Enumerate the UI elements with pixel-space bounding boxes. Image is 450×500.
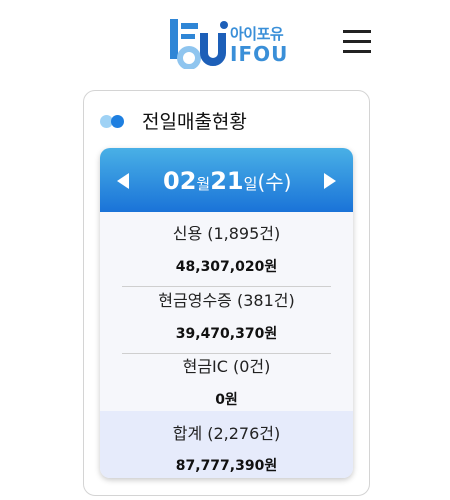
dot-dark [111, 115, 124, 128]
menu-line [343, 30, 371, 33]
date-day-unit: 일 [243, 175, 258, 193]
row-amount: 48,307,020원 [175, 259, 278, 275]
previous-day-arrow-icon[interactable] [117, 173, 129, 189]
sales-summary-panel: 02월21일(수) 신용 (1,895건) 48,307,020원 현금영수증 … [100, 148, 353, 478]
row-label: 현금영수증 (381건) [158, 291, 295, 310]
date-weekday: (수) [257, 170, 292, 194]
total-amount: 87,777,390원 [175, 458, 278, 474]
row-amount: 0원 [215, 392, 238, 408]
logo-text-english: IFOU [230, 42, 289, 66]
row-amount: 39,470,370원 [175, 326, 278, 342]
sales-row-total: 합계 (2,276건) 87,777,390원 [100, 411, 353, 478]
menu-line [343, 40, 371, 43]
date-display: 02월21일(수) [163, 166, 291, 195]
logo-text-korean: 아이포유 [230, 25, 284, 43]
date-day: 21 [210, 167, 244, 195]
card-title: 전일매출현황 [142, 111, 247, 133]
ifou-logo-mark-icon [170, 19, 228, 69]
total-label: 합계 (2,276건) [172, 424, 281, 443]
next-day-arrow-icon[interactable] [324, 173, 336, 189]
date-month: 02 [163, 167, 197, 195]
hamburger-menu-icon[interactable] [343, 30, 371, 54]
row-label: 신용 (1,895건) [172, 224, 281, 243]
ifou-logo[interactable]: 아이포유 IFOU [168, 17, 288, 69]
previous-day-sales-card: 전일매출현황 02월21일(수) 신용 (1,895건) 48,307,020원… [83, 90, 370, 496]
date-navigator: 02월21일(수) [100, 148, 353, 212]
menu-line [343, 50, 371, 53]
date-month-unit: 월 [196, 175, 211, 193]
row-label: 현금IC (0건) [182, 357, 271, 376]
title-dots-icon [100, 115, 126, 128]
